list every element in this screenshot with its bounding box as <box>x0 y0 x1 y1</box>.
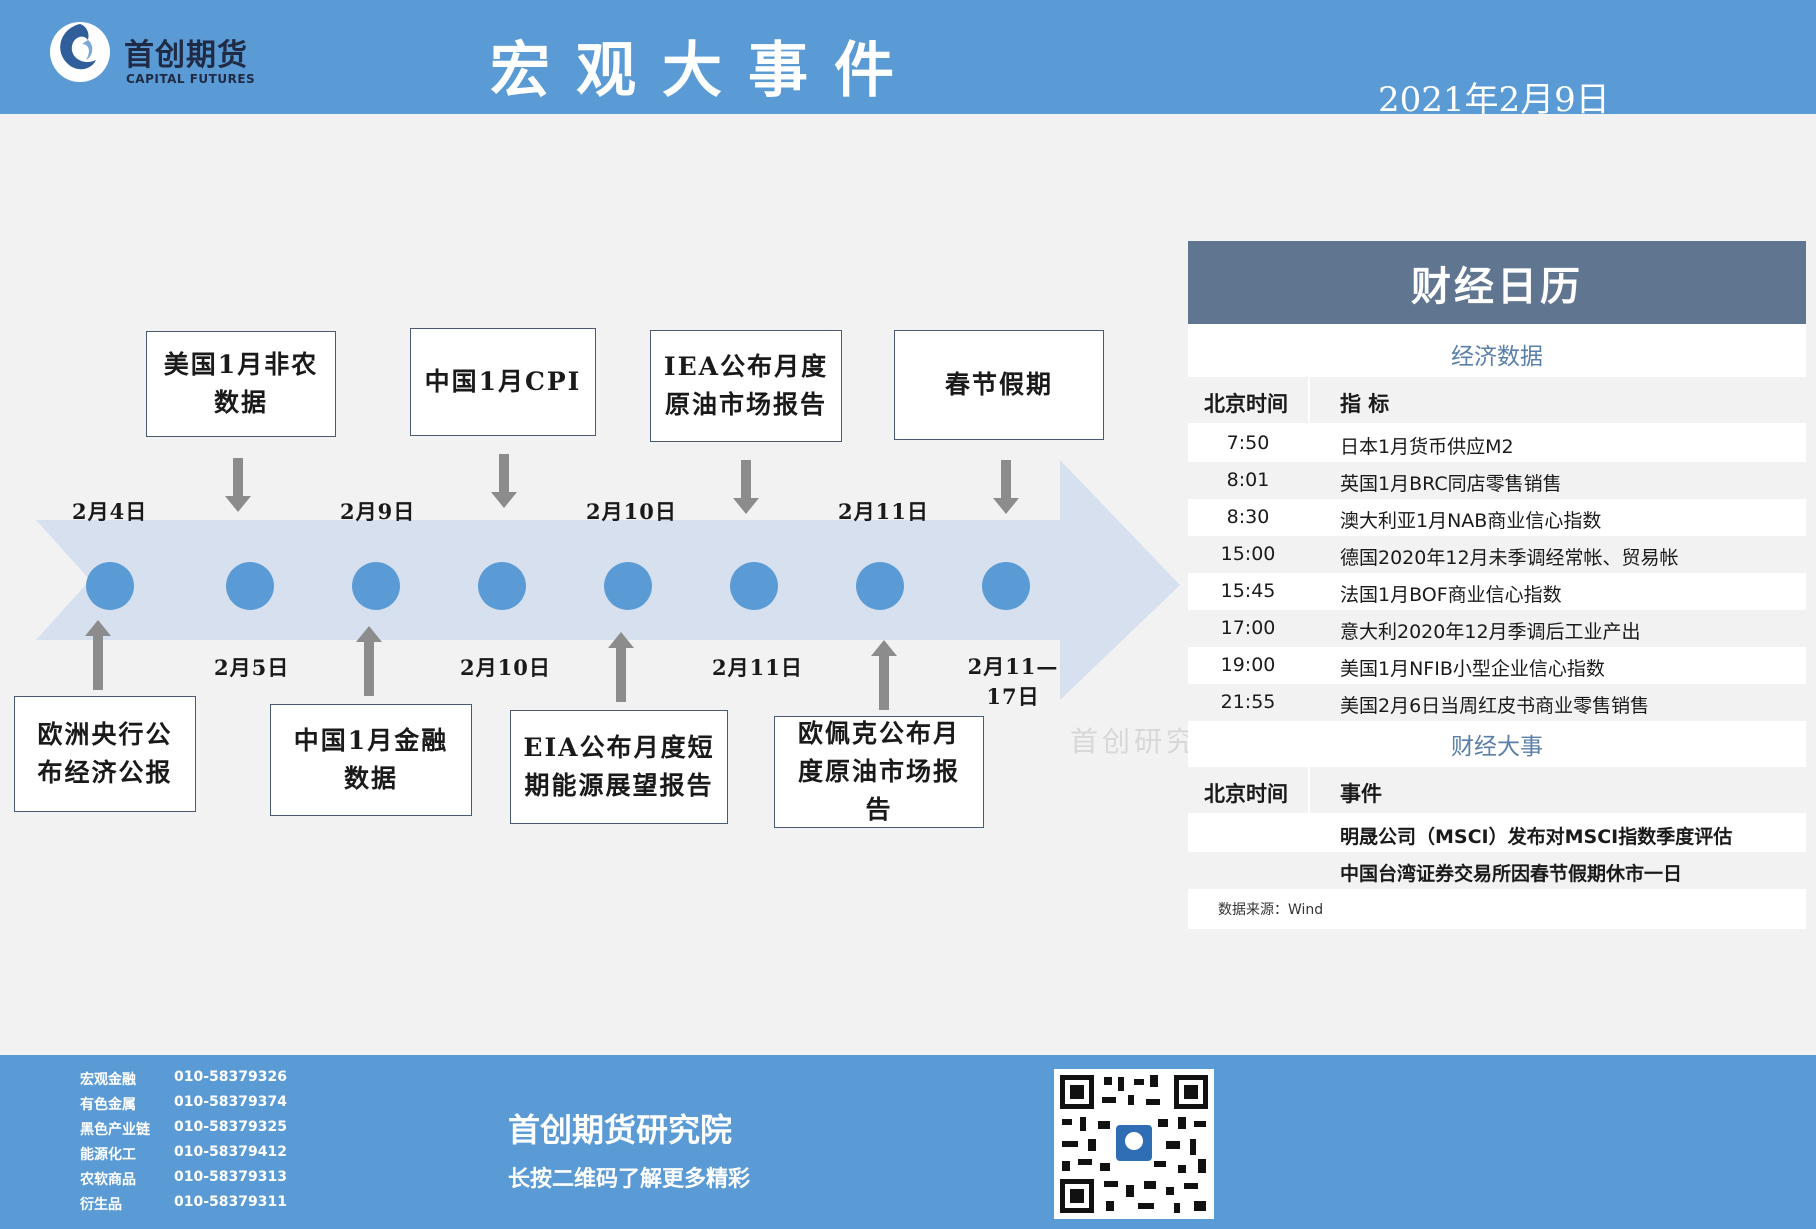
timeline-node <box>86 562 134 610</box>
contact-item: 衍生品 010-58379311 <box>80 1194 287 1213</box>
data-source: 数据来源：Wind <box>1218 902 1324 918</box>
date-label: 2月11日 <box>838 499 929 524</box>
table-row: 7:50 日本1月货币供应M2 <box>1226 432 1514 458</box>
event-box-ecb-bulletin: 欧洲央行公布经济公报 <box>14 696 196 812</box>
event-box-china-financial-data: 中国1月金融数据 <box>270 704 472 816</box>
column-header-event: 事件 <box>1340 782 1382 806</box>
event-box-china-cpi: 中国1月CPI <box>410 328 596 436</box>
contact-item: 农软商品 010-58379313 <box>80 1169 287 1188</box>
table-row: 中国台湾证券交易所因春节假期休市一日 <box>1188 852 1806 889</box>
event-box-eia-report: EIA公布月度短期能源展望报告 <box>510 710 728 824</box>
down-arrow-icon <box>491 454 517 508</box>
timeline-node <box>478 562 526 610</box>
date-label: 2月10日 <box>460 655 551 680</box>
up-arrow-icon <box>608 632 634 702</box>
financial-calendar: 财经日历 经济数据 北京时间 指 标 7:50 日本1月货币供应M2 8:01 英国… <box>1188 241 1806 929</box>
date-label: 2月11—17日 <box>967 654 1059 709</box>
column-header-indicator: 指 标 <box>1340 392 1390 416</box>
contact-list: 宏观金融 010-58379326 有色金属 010-58379374 黑色产业链 0… <box>80 1069 320 1219</box>
qr-code-icon[interactable] <box>1054 1069 1214 1219</box>
table-header: 北京时间 事件 <box>1188 767 1806 813</box>
event-box-iea-report: IEA公布月度原油市场报告 <box>650 330 842 442</box>
table-row: 15:00 德国2020年12月未季调经常帐、贸易帐 <box>1188 536 1806 573</box>
section-economic-data: 经济数据 <box>1451 344 1543 370</box>
table-row: 19:00 美国1月NFIB小型企业信心指数 <box>1220 654 1605 680</box>
date-label: 2月10日 <box>586 499 677 524</box>
down-arrow-icon <box>993 460 1019 514</box>
contact-item: 有色金属 010-58379374 <box>80 1094 287 1113</box>
column-header-time: 北京时间 <box>1204 392 1288 416</box>
column-header-time: 北京时间 <box>1204 782 1288 806</box>
section-financial-events: 财经大事 <box>1451 734 1543 760</box>
footer-slogan: 长按二维码了解更多精彩 <box>508 1167 751 1192</box>
organization-name: 首创期货研究院 <box>508 1111 733 1149</box>
up-arrow-icon <box>871 640 897 710</box>
table-header: 北京时间 指 标 <box>1188 377 1806 423</box>
table-row: 8:01 英国1月BRC同店零售销售 <box>1188 462 1806 499</box>
contact-item: 黑色产业链 010-58379325 <box>80 1119 287 1138</box>
table-row: 21:55 美国2月6日当周红皮书商业零售销售 <box>1188 684 1806 721</box>
timeline-node <box>352 562 400 610</box>
timeline-node <box>856 562 904 610</box>
timeline-node <box>604 562 652 610</box>
event-box-opec-report: 欧佩克公布月度原油市场报告 <box>774 716 984 828</box>
timeline-node <box>730 562 778 610</box>
date-label: 2月4日 <box>72 499 148 524</box>
page-footer: 宏观金融 010-58379326 有色金属 010-58379374 黑色产业链 0… <box>0 1055 1816 1229</box>
down-arrow-icon <box>225 458 251 512</box>
table-row: 17:00 意大利2020年12月季调后工业产出 <box>1188 610 1806 647</box>
date-label: 2月9日 <box>340 499 416 524</box>
timeline-node <box>982 562 1030 610</box>
table-row: 明晟公司（MSCI）发布对MSCI指数季度评估 <box>1340 826 1733 848</box>
timeline-node <box>226 562 274 610</box>
event-box-spring-festival: 春节假期 <box>894 330 1104 440</box>
table-row: 15:45 法国1月BOF商业信心指数 <box>1220 580 1562 606</box>
calendar-title: 财经日历 <box>1188 241 1806 324</box>
event-box-us-nonfarm: 美国1月非农数据 <box>146 331 336 437</box>
date-label: 2月5日 <box>214 655 290 680</box>
contact-item: 宏观金融 010-58379326 <box>80 1069 287 1088</box>
watermark-text: 首创研究 <box>1070 725 1199 758</box>
contact-item: 能源化工 010-58379412 <box>80 1144 287 1163</box>
date-label: 2月11日 <box>712 655 803 680</box>
table-row: 8:30 澳大利亚1月NAB商业信心指数 <box>1226 506 1602 532</box>
down-arrow-icon <box>733 460 759 514</box>
